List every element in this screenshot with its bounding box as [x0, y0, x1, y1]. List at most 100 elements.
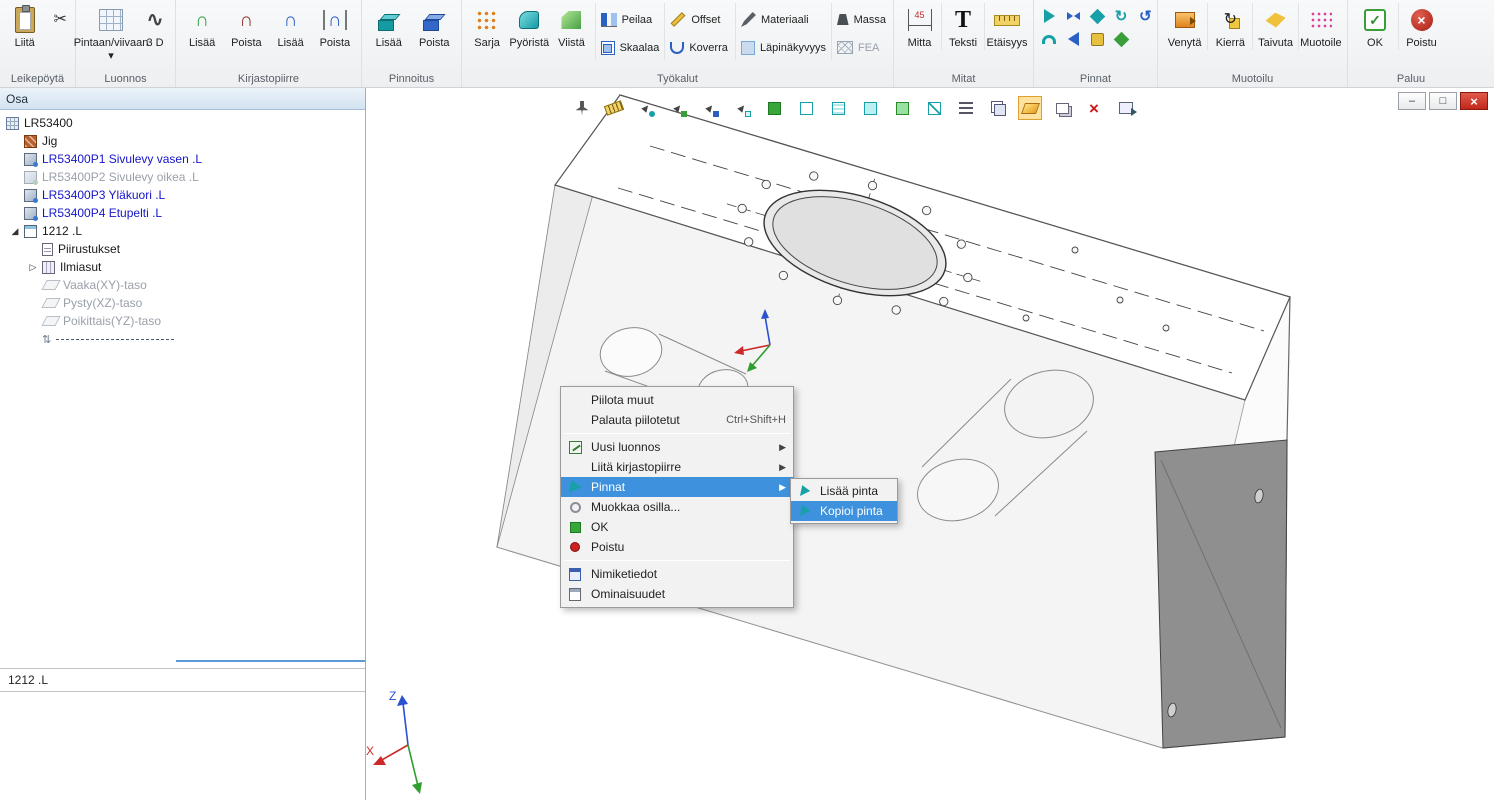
chamfer-icon [561, 11, 581, 29]
menu-item-piilota-muut[interactable]: Piilota muut [561, 390, 793, 410]
dimension-button[interactable]: 45 Mitta [898, 3, 941, 50]
sheets-button[interactable] [1050, 96, 1074, 120]
maximize-button[interactable]: □ [1429, 92, 1457, 110]
menu-item-poistu[interactable]: Poistu [561, 537, 793, 557]
tree-item-p4[interactable]: LR53400P4 Etupelti .L [0, 204, 365, 222]
surface-flip-button[interactable]: ↻ [1134, 6, 1156, 26]
viewport-3d[interactable]: Z X ► ► ► ► × [366, 88, 1494, 800]
tree-item-yz-plane[interactable]: Poikittais(YZ)-taso [0, 312, 365, 330]
cut-button[interactable]: ✂ [49, 7, 71, 31]
twist-label: Kierrä [1216, 37, 1245, 50]
shell-button[interactable]: Koverra [670, 35, 730, 60]
paste-button[interactable]: Liitä [4, 3, 45, 50]
close-button[interactable]: × [1460, 92, 1488, 110]
select-box-button[interactable]: ► [730, 96, 754, 120]
measure-button[interactable] [602, 96, 626, 120]
tree-item-insert-marker[interactable]: ⇅ [0, 330, 365, 348]
surface-join-button[interactable] [1038, 29, 1060, 49]
surface-rotate-button[interactable]: ↻ [1110, 6, 1132, 26]
tree-item-jig[interactable]: Jig [0, 132, 365, 150]
sketch-to-plane-button[interactable]: Pintaan/viivaan ▾ [80, 3, 142, 62]
surface-offset-button[interactable] [1086, 6, 1108, 26]
minimize-button[interactable]: – [1398, 92, 1426, 110]
collapse-arrow-icon[interactable]: ▷ [26, 262, 40, 273]
library-add-button[interactable]: ∩ Lisää [180, 3, 224, 50]
export-view-button[interactable] [1114, 96, 1138, 120]
active-part-row[interactable]: 1212 .L [0, 668, 365, 692]
feature-add-icon: ∩ [284, 11, 298, 30]
submenu-item-kopioi-pinta[interactable]: Kopioi pinta [791, 501, 897, 521]
tree-item-p1[interactable]: LR53400P1 Sivulevy vasen .L [0, 150, 365, 168]
coating-remove-button[interactable]: Poista [412, 3, 458, 50]
select-plane-button[interactable]: ► [698, 96, 722, 120]
feature-add-button[interactable]: ∩ Lisää [269, 3, 313, 50]
offset-label: Offset [691, 14, 720, 26]
exit-button[interactable]: × Poistu [1398, 3, 1444, 50]
tree-item-piirustukset[interactable]: Piirustukset [0, 240, 365, 258]
select-move-button[interactable]: ► [666, 96, 690, 120]
feature-remove-button[interactable]: ∩ Poista [313, 3, 357, 50]
text-button[interactable]: T Teksti [941, 3, 984, 50]
surface-save-icon [1091, 33, 1104, 46]
surface-save-button[interactable] [1086, 29, 1108, 49]
tree-item-xy-plane[interactable]: Vaaka(XY)-taso [0, 276, 365, 294]
world-axes-triad: Z X [366, 689, 422, 794]
offset-button[interactable]: Offset [670, 7, 730, 32]
transparency-button[interactable]: Läpinäkyvyys [741, 35, 826, 60]
bend-button[interactable]: Taivuta [1252, 3, 1297, 50]
view-shaded-button[interactable] [858, 96, 882, 120]
tree-item-p3[interactable]: LR53400P3 Yläkuori .L [0, 186, 365, 204]
copy-stack-icon [991, 101, 1006, 116]
view-hidden-button[interactable] [826, 96, 850, 120]
sketch-3d-button[interactable]: ∿ 3 D [142, 3, 168, 50]
view-wireframe-button[interactable] [794, 96, 818, 120]
view-solid-button[interactable] [890, 96, 914, 120]
pattern-button[interactable]: Sarja [466, 3, 508, 50]
scale-button[interactable]: Skaalaa [601, 35, 660, 60]
submenu-item-lisaa-pinta[interactable]: Lisää pinta [791, 481, 897, 501]
surface-mode-button[interactable] [1018, 96, 1042, 120]
library-add-label: Lisää [189, 37, 215, 50]
delete-button[interactable]: × [1082, 96, 1106, 120]
tree-item-ilmiasut[interactable]: ▷ Ilmiasut [0, 258, 365, 276]
twist-button[interactable]: ↻ Kierrä [1207, 3, 1252, 50]
menu-item-pinnat[interactable]: Pinnat ▶ [561, 477, 793, 497]
fea-button[interactable]: FEA [837, 35, 886, 60]
menu-item-ominaisuudet[interactable]: Ominaisuudet [561, 584, 793, 604]
panel-splitter[interactable] [176, 660, 365, 662]
menu-item-liita-kirjastopiirre[interactable]: Liitä kirjastopiirre ▶ [561, 457, 793, 477]
distance-button[interactable]: Etäisyys [984, 3, 1029, 50]
3d-model-view[interactable]: Z X [366, 88, 1494, 800]
menu-item-nimiketiedot[interactable]: Nimiketiedot [561, 564, 793, 584]
mirror-button[interactable]: Peilaa [601, 7, 660, 32]
surface-trim-button[interactable] [1062, 29, 1084, 49]
stretch-button[interactable]: Venytä [1162, 3, 1207, 50]
feature-list-button[interactable] [954, 96, 978, 120]
menu-item-muokkaa-osilla[interactable]: Muokkaa osilla... [561, 497, 793, 517]
library-remove-button[interactable]: ∩ Poista [224, 3, 268, 50]
coating-add-button[interactable]: Lisää [366, 3, 412, 50]
deform-button[interactable]: Muotoile [1298, 3, 1343, 50]
menu-item-palauta-piilotetut[interactable]: Palauta piilotetut Ctrl+Shift+H [561, 410, 793, 430]
fillet-button[interactable]: Pyöristä [508, 3, 550, 50]
pin-button[interactable] [570, 96, 594, 120]
mass-button[interactable]: Massa [837, 7, 886, 32]
tree-item-label: Pysty(XZ)-taso [63, 296, 142, 310]
surface-merge-button[interactable] [1110, 29, 1132, 49]
select-orbit-button[interactable]: ► [634, 96, 658, 120]
tree-item-1212[interactable]: ◢ 1212 .L [0, 222, 365, 240]
tree-item-p2[interactable]: LR53400P2 Sivulevy oikea .L [0, 168, 365, 186]
material-button[interactable]: Materiaali [741, 7, 826, 32]
expand-arrow-icon[interactable]: ◢ [8, 226, 22, 237]
ok-button[interactable]: ✓ OK [1352, 3, 1398, 50]
paste-face-button[interactable] [762, 96, 786, 120]
surface-split-button[interactable] [1062, 6, 1084, 26]
chamfer-button[interactable]: Viistä [550, 3, 592, 50]
menu-item-ok[interactable]: OK [561, 517, 793, 537]
surface-extend-button[interactable] [1038, 6, 1060, 26]
menu-item-uusi-luonnos[interactable]: Uusi luonnos ▶ [561, 437, 793, 457]
copy-view-button[interactable] [986, 96, 1010, 120]
tree-item-root[interactable]: LR53400 [0, 114, 365, 132]
tree-item-xz-plane[interactable]: Pysty(XZ)-taso [0, 294, 365, 312]
view-transparent-button[interactable] [922, 96, 946, 120]
